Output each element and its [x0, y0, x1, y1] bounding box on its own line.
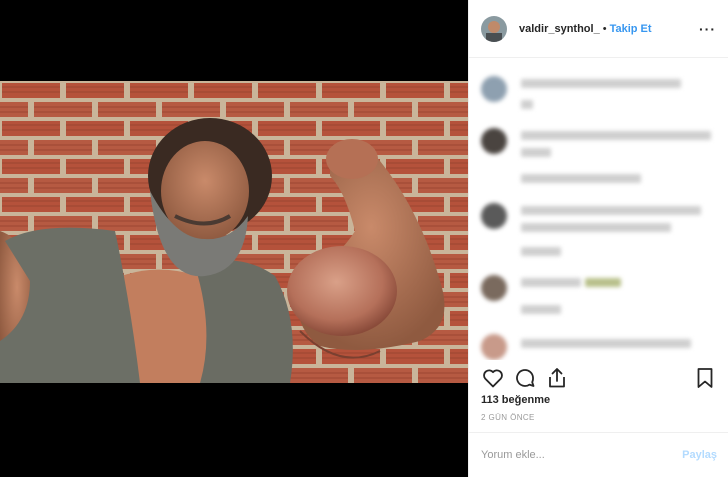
blurred-comment-text: [521, 223, 671, 232]
bookmark-icon[interactable]: [693, 366, 717, 390]
post-comment-button[interactable]: Paylaş: [682, 449, 717, 461]
share-icon[interactable]: [545, 366, 569, 390]
comment-avatar: [481, 275, 507, 301]
media-pane: [0, 0, 468, 477]
comment-icon[interactable]: [513, 366, 537, 390]
blurred-comment-text: [521, 131, 711, 140]
post-timestamp: 2 GÜN ÖNCE: [481, 413, 535, 422]
separator-dot: •: [602, 22, 607, 35]
username-link[interactable]: valdir_synthol_: [519, 23, 600, 35]
heart-icon[interactable]: [481, 366, 505, 390]
action-bar: [469, 363, 728, 393]
blurred-comment-meta: [521, 100, 533, 109]
post-sidebar: valdir_synthol_ • Takip Et ··· 113 beğen…: [468, 0, 728, 477]
blurred-comment-text: [521, 148, 551, 157]
comment-input[interactable]: [481, 449, 683, 461]
blurred-comment-meta: [521, 247, 561, 256]
follow-button[interactable]: Takip Et: [610, 23, 652, 35]
post-header: valdir_synthol_ • Takip Et ···: [469, 0, 728, 58]
comment-avatar: [481, 76, 507, 102]
post-photo-image: [0, 81, 468, 383]
blurred-comment-text: [521, 206, 701, 215]
add-comment-bar: Paylaş: [469, 432, 728, 477]
comment-avatar: [481, 128, 507, 154]
blurred-comment-text: [521, 79, 681, 88]
post-photo[interactable]: [0, 81, 468, 383]
comment-avatar: [481, 334, 507, 360]
blurred-comment-text: [521, 278, 581, 287]
avatar[interactable]: [481, 15, 507, 42]
likes-count[interactable]: 113 beğenme: [481, 394, 550, 406]
blurred-comment-meta: [521, 174, 641, 183]
more-icon[interactable]: ···: [699, 21, 716, 37]
blurred-comment-emoji: [585, 278, 621, 287]
blurred-comment-meta: [521, 305, 561, 314]
avatar-image: [481, 15, 507, 42]
comments-list: [469, 58, 728, 360]
comment-avatar: [481, 203, 507, 229]
blurred-comment-text: [521, 339, 691, 348]
